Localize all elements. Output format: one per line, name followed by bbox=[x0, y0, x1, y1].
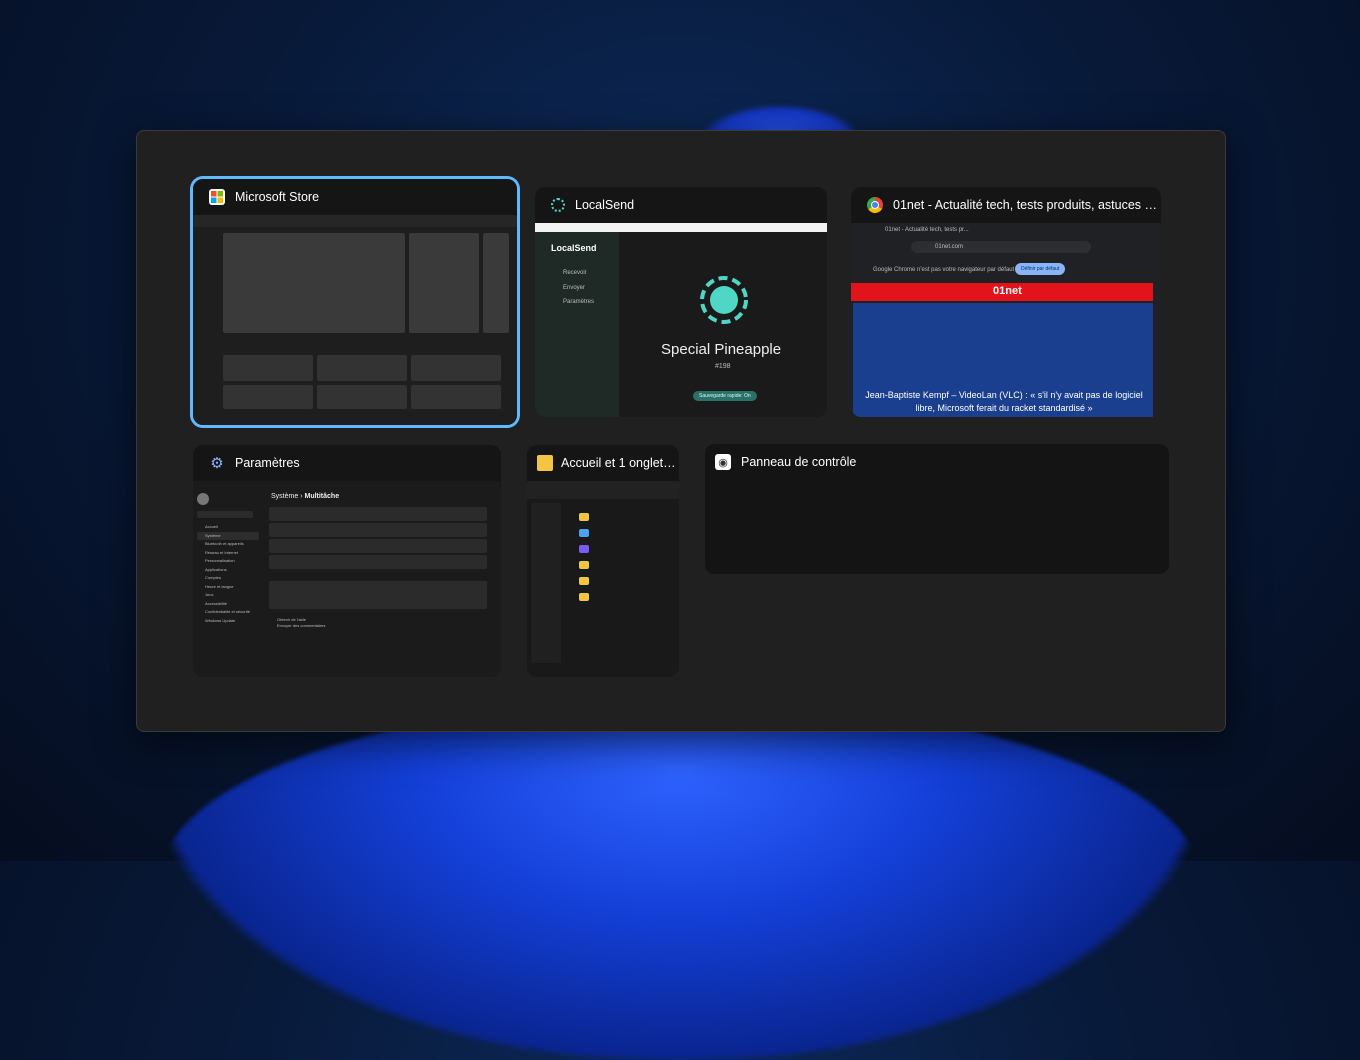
settings-nav-item: Heure et langue bbox=[205, 583, 234, 589]
window-card-chrome[interactable]: 01net - Actualité tech, tests produits, … bbox=[851, 187, 1161, 417]
microsoft-store-icon bbox=[209, 189, 225, 205]
settings-nav-item: Windows Update bbox=[205, 617, 236, 623]
folder-icon bbox=[537, 455, 553, 471]
wallpaper-bloom bbox=[160, 700, 1200, 1060]
feedback-link: Envoyer des commentaires bbox=[277, 623, 326, 628]
window-header: ◉ Panneau de contrôle bbox=[705, 444, 1169, 480]
window-card-settings[interactable]: ⚙ Paramètres Accueil Système Bluetooth et … bbox=[193, 445, 501, 677]
quick-save-chip: Sauvegarde rapide: On bbox=[693, 391, 757, 401]
window-header: Microsoft Store bbox=[193, 179, 517, 215]
settings-nav-item: Comptes bbox=[205, 575, 222, 580]
window-title: Paramètres bbox=[235, 456, 300, 470]
control-panel-icon: ◉ bbox=[715, 454, 731, 470]
settings-nav-item: Jeux bbox=[205, 592, 214, 597]
settings-gear-icon: ⚙ bbox=[210, 455, 224, 472]
article-headline: Jean-Baptiste Kempf – VideoLan (VLC) : «… bbox=[865, 390, 1143, 413]
window-title: 01net - Actualité tech, tests produits, … bbox=[893, 198, 1161, 212]
window-thumbnail bbox=[527, 481, 679, 677]
localsend-nav-send: Envoyer bbox=[563, 285, 586, 291]
chrome-address: 01net.com bbox=[935, 244, 964, 250]
window-thumbnail bbox=[193, 215, 517, 425]
settings-nav-item: Système bbox=[197, 531, 259, 540]
window-card-microsoft-store[interactable]: Microsoft Store bbox=[193, 179, 517, 425]
window-title: Microsoft Store bbox=[235, 190, 320, 204]
settings-nav-item: Confidentialité et sécurité bbox=[205, 609, 250, 614]
window-header: LocalSend bbox=[535, 187, 827, 223]
settings-nav-item: Réseau et Internet bbox=[205, 549, 238, 555]
device-name: Special Pineapple bbox=[661, 341, 782, 358]
window-thumbnail: LocalSend Recevoir Envoyer Paramètres Sp… bbox=[535, 223, 827, 417]
help-link: Obtenir de l'aide bbox=[277, 617, 307, 622]
localsend-app-name: LocalSend bbox=[551, 243, 597, 253]
window-title: Accueil et 1 onglet s... bbox=[561, 456, 679, 470]
localsend-nav-receive: Recevoir bbox=[563, 270, 587, 276]
localsend-logo-icon bbox=[700, 276, 748, 324]
window-card-file-explorer[interactable]: Accueil et 1 onglet s... bbox=[527, 445, 679, 677]
set-default-button: Définir par défaut bbox=[1015, 263, 1066, 275]
window-title: LocalSend bbox=[575, 198, 635, 212]
chrome-tab-title: 01net - Actualité tech, tests pr... bbox=[885, 227, 969, 233]
settings-nav-item: Applications bbox=[205, 566, 227, 572]
device-id: #198 bbox=[715, 363, 731, 370]
window-card-localsend[interactable]: LocalSend LocalSend Recevoir Envoyer Par… bbox=[535, 187, 827, 417]
window-card-control-panel[interactable]: ◉ Panneau de contrôle bbox=[705, 444, 1169, 574]
task-switcher-panel: Microsoft Store LocalSend LocalSend Rece… bbox=[136, 130, 1226, 732]
localsend-icon bbox=[551, 198, 565, 212]
settings-nav-item: Personnalisation bbox=[205, 558, 235, 563]
window-title: Panneau de contrôle bbox=[741, 455, 857, 469]
window-thumbnail: 01net - Actualité tech, tests pr... 01ne… bbox=[851, 223, 1161, 417]
default-browser-banner: Google Chrome n'est pas votre navigateur… bbox=[873, 267, 1015, 273]
site-logo: 01net bbox=[993, 285, 1022, 297]
localsend-nav-settings: Paramètres bbox=[563, 299, 595, 305]
breadcrumb: Système › Multitâche bbox=[271, 493, 340, 500]
settings-nav-item: Accueil bbox=[205, 524, 218, 529]
window-thumbnail: Accueil Système Bluetooth et appareils Rése… bbox=[193, 481, 501, 677]
settings-nav-item: Bluetooth et appareils bbox=[205, 541, 244, 546]
window-header: Accueil et 1 onglet s... bbox=[527, 445, 679, 481]
chrome-icon bbox=[867, 197, 883, 213]
settings-nav-item: Accessibilité bbox=[205, 600, 228, 606]
window-header: ⚙ Paramètres bbox=[193, 445, 501, 481]
window-thumbnail bbox=[705, 480, 1169, 574]
window-header: 01net - Actualité tech, tests produits, … bbox=[851, 187, 1161, 223]
